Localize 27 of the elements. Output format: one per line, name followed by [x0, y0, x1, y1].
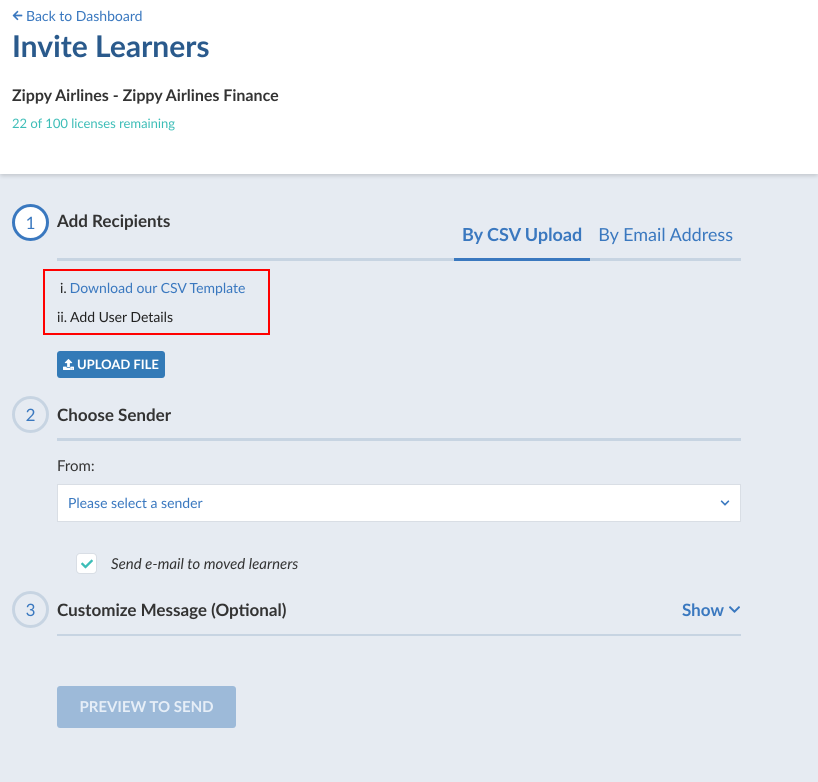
step-number: 3: [12, 591, 49, 628]
instruction-text: Add User Details: [70, 307, 174, 327]
license-count: 22 of 100 licenses remaining: [12, 114, 176, 133]
upload-icon: [63, 359, 74, 370]
tab[interactable]: By CSV Upload: [454, 219, 590, 261]
step-number: 2: [12, 396, 49, 433]
check-icon: [80, 558, 92, 570]
tab[interactable]: By Email Address: [590, 219, 741, 261]
organization-name: Zippy Airlines - Zippy Airlines Finance: [12, 85, 280, 107]
checkbox-label: Send e-mail to moved learners: [111, 554, 298, 574]
chevron-icon: [728, 603, 741, 616]
step-title: Choose Sender: [57, 402, 172, 427]
list-marker: ii.: [57, 307, 68, 327]
step-title: Customize Message (Optional): [57, 598, 286, 622]
chevron-icon: [720, 498, 730, 508]
checkbox[interactable]: [76, 553, 97, 574]
list-marker: i.: [60, 278, 67, 298]
field-label: From:: [57, 456, 96, 477]
back-arrow-icon: [12, 10, 23, 21]
step-title: Add Recipients: [57, 208, 170, 233]
show-toggle[interactable]: Show: [682, 596, 741, 622]
sender-select[interactable]: Please select a sender: [57, 484, 741, 522]
step-number: 1: [12, 204, 49, 241]
page-title: Invite Learners: [12, 28, 211, 64]
upload-button[interactable]: UPLOAD FILE: [57, 351, 165, 378]
download-link[interactable]: Download our CSV Template: [70, 277, 246, 298]
back-link[interactable]: Back to Dashboard: [12, 5, 142, 26]
